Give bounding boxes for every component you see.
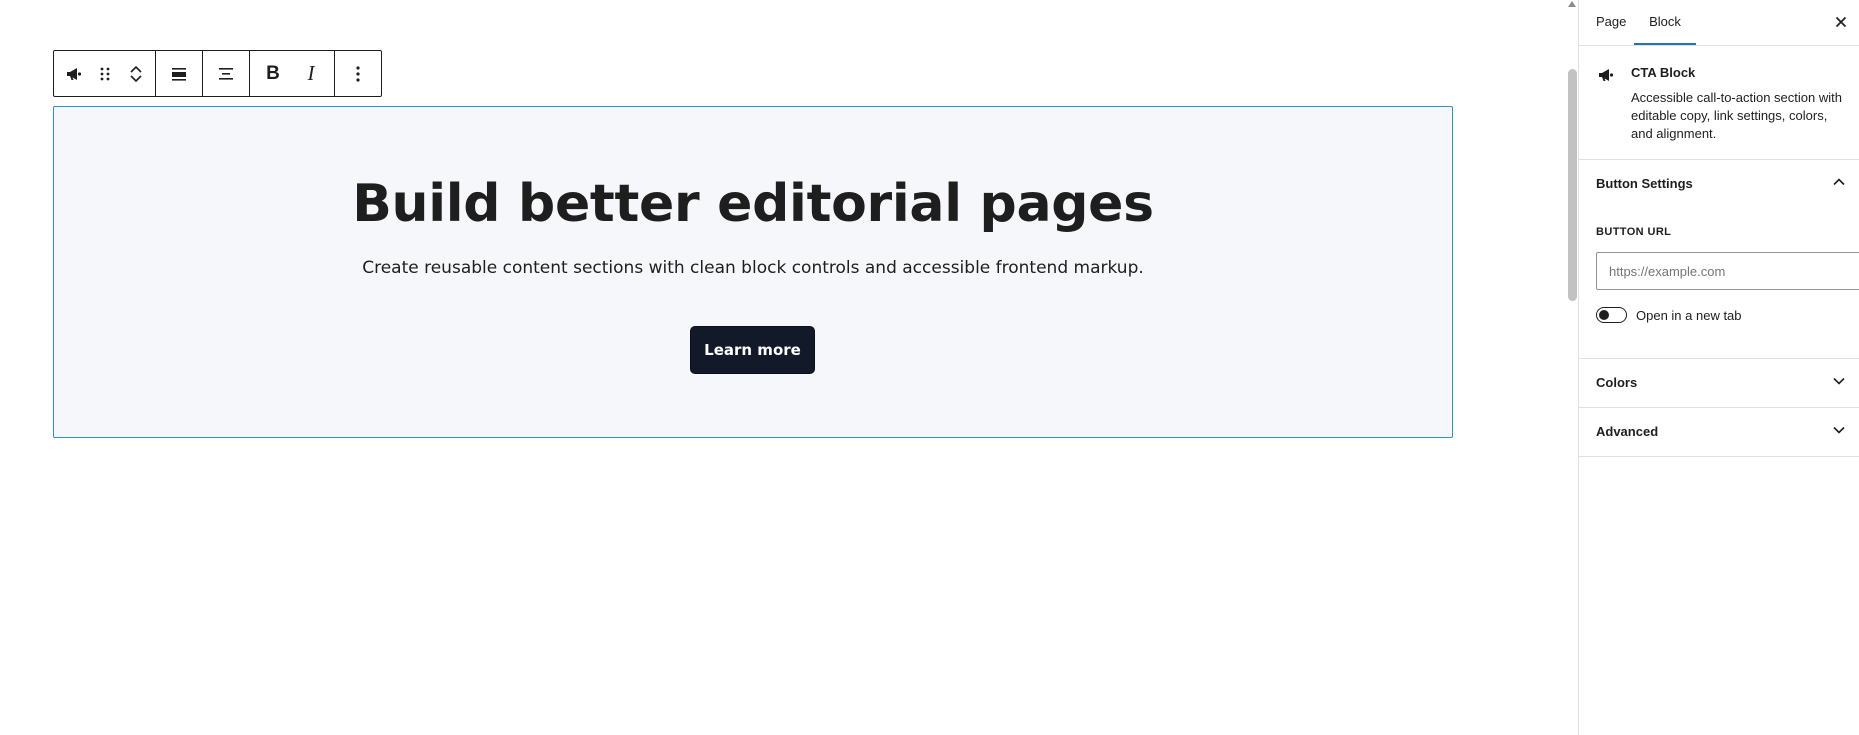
megaphone-icon — [1596, 65, 1616, 90]
panel-button-settings: Button Settings BUTTON URL Open in a new… — [1579, 160, 1859, 359]
toggle-knob — [1599, 310, 1609, 320]
panel-toggle-advanced[interactable]: Advanced — [1596, 408, 1847, 455]
sidebar-tabs: Page Block — [1579, 0, 1859, 46]
panel-toggle-button-settings[interactable]: Button Settings — [1596, 160, 1847, 207]
bold-button[interactable]: B — [254, 51, 292, 96]
cta-block[interactable]: Build better editorial pages Create reus… — [53, 106, 1453, 438]
block-card: CTA Block Accessible call-to-action sect… — [1579, 45, 1859, 160]
drag-handle-icon[interactable] — [89, 51, 120, 96]
cta-text[interactable]: Create reusable content sections with cl… — [54, 258, 1452, 278]
close-icon[interactable] — [1831, 12, 1851, 32]
new-tab-toggle-row[interactable]: Open in a new tab — [1596, 307, 1742, 323]
more-vertical-icon[interactable] — [339, 51, 377, 96]
tab-block[interactable]: Block — [1634, 0, 1696, 45]
panel-title: Advanced — [1596, 424, 1659, 439]
chevron-up-icon[interactable] — [129, 64, 143, 74]
megaphone-icon[interactable] — [58, 51, 89, 96]
chevron-down-icon[interactable] — [129, 74, 143, 84]
button-url-input[interactable] — [1596, 252, 1859, 290]
settings-sidebar: Page Block CTA Block Accessible call-to-… — [1578, 0, 1859, 735]
learn-more-button[interactable]: Learn more — [691, 327, 814, 373]
panel-advanced: Advanced — [1579, 408, 1859, 457]
scroll-up-arrow-icon[interactable] — [1567, 0, 1577, 10]
align-center-icon[interactable] — [207, 51, 245, 96]
new-tab-toggle[interactable] — [1596, 307, 1627, 323]
button-url-label: BUTTON URL — [1596, 226, 1672, 238]
toolbar-group-options — [335, 51, 381, 96]
canvas-scrollbar[interactable] — [1568, 69, 1577, 301]
new-tab-label: Open in a new tab — [1636, 307, 1742, 323]
panel-colors: Colors — [1579, 359, 1859, 408]
panel-title: Colors — [1596, 375, 1638, 390]
chevron-down-icon — [1831, 373, 1847, 392]
toolbar-group-text-align — [203, 51, 250, 96]
toolbar-group-block — [54, 51, 156, 96]
toolbar-group-format: B I — [250, 51, 335, 96]
cta-heading[interactable]: Build better editorial pages — [54, 175, 1452, 233]
toolbar-group-align — [156, 51, 203, 96]
panel-title: Button Settings — [1596, 176, 1693, 191]
block-description: Accessible call-to-action section with e… — [1631, 90, 1842, 141]
chevron-up-icon — [1831, 174, 1847, 193]
move-buttons — [120, 51, 151, 96]
block-toolbar: B I — [53, 50, 382, 97]
italic-button[interactable]: I — [292, 51, 330, 96]
panel-toggle-colors[interactable]: Colors — [1596, 359, 1847, 406]
editor-canvas: B I Build better editorial pages Create … — [0, 0, 1566, 735]
align-full-icon[interactable] — [160, 51, 198, 96]
chevron-down-icon — [1831, 422, 1847, 441]
tab-page[interactable]: Page — [1596, 0, 1626, 45]
block-title: CTA Block — [1631, 65, 1696, 80]
